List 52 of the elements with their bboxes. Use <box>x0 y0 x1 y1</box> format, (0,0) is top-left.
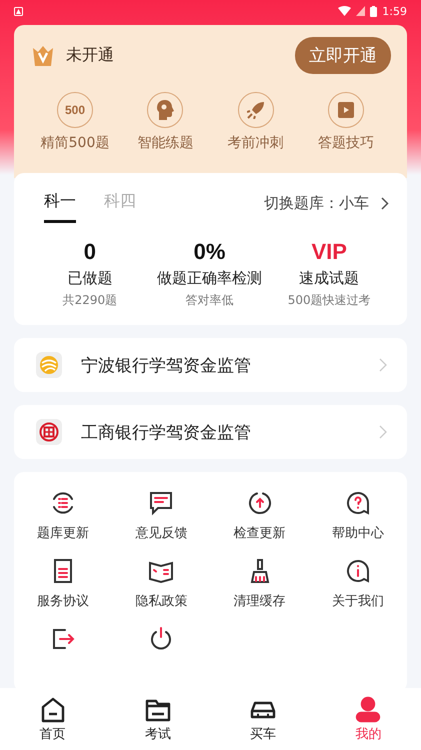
stat-value: VIP <box>311 239 347 265</box>
upload-icon[interactable] <box>246 490 273 516</box>
vip-status: 未开通 <box>66 45 115 66</box>
menu-label[interactable]: 清理缓存 <box>234 592 286 610</box>
activate-button[interactable]: 立即开通 <box>295 37 391 74</box>
feature-label: 答题技巧 <box>318 134 374 152</box>
info-icon[interactable] <box>344 558 371 584</box>
chevron-right-icon <box>379 358 387 372</box>
stat-label: 已做题 <box>67 269 112 288</box>
signal-icon <box>356 6 366 16</box>
menu-label[interactable]: 检查更新 <box>234 524 286 542</box>
menu-label[interactable]: 帮助中心 <box>332 524 384 542</box>
bank-row[interactable]: 宁波银行学驾资金监管 <box>14 338 407 392</box>
feature-icon[interactable]: 500 <box>57 92 93 128</box>
crown-icon <box>32 46 54 66</box>
switch-bank-link[interactable]: 切换题库：小车 <box>264 194 369 220</box>
person-icon <box>354 696 382 724</box>
menu-label[interactable]: 意见反馈 <box>135 524 188 542</box>
feature-icon[interactable] <box>328 92 364 128</box>
stat-label: 速成试题 <box>299 269 360 288</box>
feature-label: 考前冲刺 <box>228 134 284 152</box>
wifi-icon <box>338 6 352 16</box>
feature-icon[interactable] <box>238 92 274 128</box>
notification-icon <box>14 6 23 16</box>
feature-icon[interactable] <box>147 92 184 128</box>
battery-icon <box>370 6 378 16</box>
stat-value: 0 <box>84 239 96 265</box>
stat-note: 共2290题 <box>62 292 118 309</box>
menu-label[interactable]: 服务协议 <box>37 592 90 610</box>
chevron-right-icon <box>379 425 387 439</box>
bank-logo-icon <box>36 419 62 445</box>
chevron-right-icon <box>381 196 389 210</box>
menu-label[interactable]: 关于我们 <box>332 592 384 610</box>
stat-note: 答对率低 <box>186 292 234 309</box>
logout-icon[interactable] <box>50 626 76 652</box>
nav-tab[interactable]: 买车 <box>228 696 298 742</box>
menu-label[interactable]: 隐私政策 <box>135 592 188 610</box>
stat-note: 500题快速过考 <box>288 292 371 309</box>
feature-label: 智能练题 <box>137 134 194 152</box>
nav-tab[interactable]: 考试 <box>122 696 193 742</box>
bank-logo-icon <box>36 352 62 378</box>
nav-tab[interactable]: 首页 <box>18 696 88 742</box>
subject-tab[interactable]: 科一 <box>44 191 76 223</box>
menu-label[interactable]: 题库更新 <box>37 524 90 542</box>
feature-label: 精简500题 <box>40 134 110 152</box>
nav-tab[interactable]: 我的 <box>333 696 404 742</box>
stat-label: 做题正确率检测 <box>157 269 262 288</box>
stat-value: 0% <box>194 239 226 265</box>
message-icon[interactable] <box>148 490 174 516</box>
bank-row[interactable]: 工商银行学驾资金监管 <box>14 405 407 459</box>
help-icon[interactable] <box>344 490 371 516</box>
status-time: 1:59 <box>382 4 407 18</box>
